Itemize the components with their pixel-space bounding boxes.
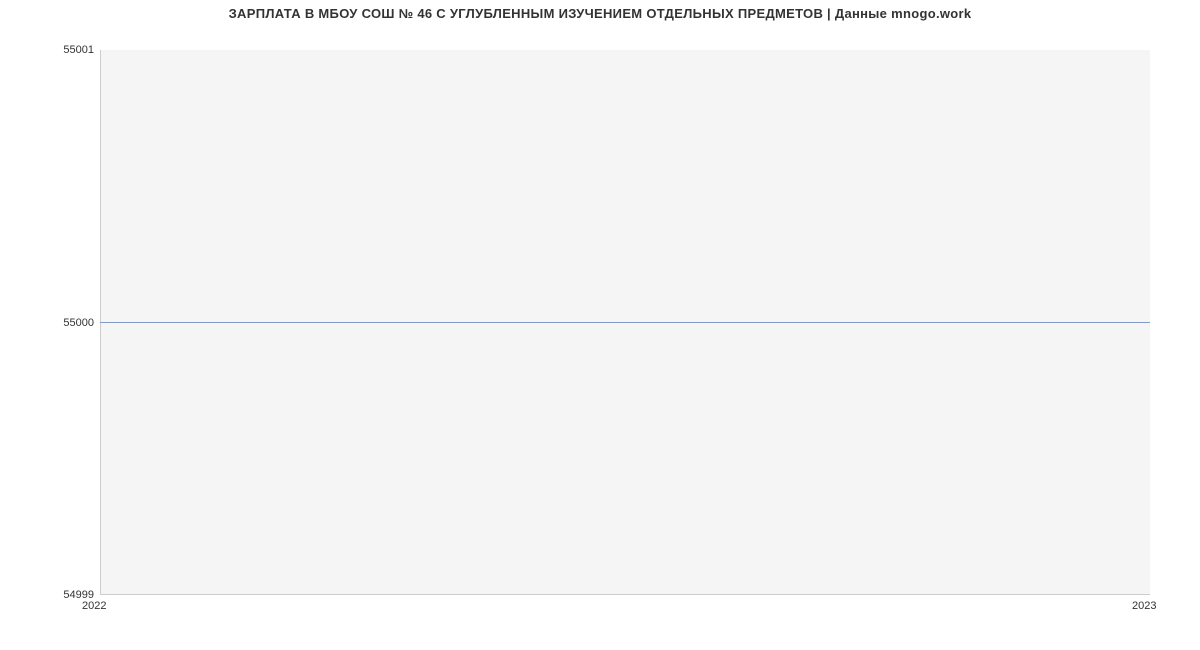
x-tick-label: 2023	[1132, 600, 1156, 612]
salary-line-chart: ЗАРПЛАТА В МБОУ СОШ № 46 С УГЛУБЛЕННЫМ И…	[0, 0, 1200, 650]
y-tick-label: 54999	[4, 589, 94, 601]
y-tick-label: 55000	[4, 317, 94, 329]
line-series-salary	[100, 322, 1150, 323]
x-tick-label: 2022	[82, 600, 106, 612]
chart-title: ЗАРПЛАТА В МБОУ СОШ № 46 С УГЛУБЛЕННЫМ И…	[0, 0, 1200, 21]
y-tick-label: 55001	[4, 44, 94, 56]
